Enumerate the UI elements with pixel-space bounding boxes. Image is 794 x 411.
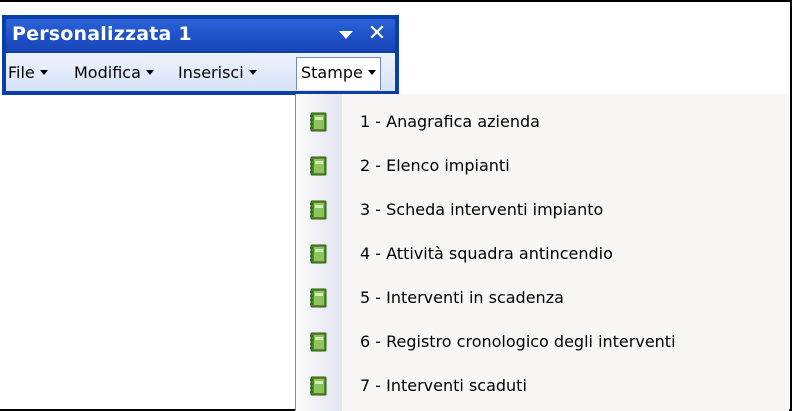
chevron-down-icon: [39, 70, 48, 75]
menu-item-report[interactable]: 4 - Attività squadra antincendio: [296, 232, 789, 276]
menu-item-report[interactable]: 1 - Anagrafica azienda: [296, 100, 789, 144]
menu-modifica[interactable]: Modifica: [74, 59, 154, 87]
toolbar-titlebar[interactable]: Personalizzata 1 ✕: [6, 19, 395, 51]
menu-label: Stampe: [301, 63, 363, 82]
menu-item-label: 5 - Interventi in scadenza: [360, 288, 564, 307]
menu-item-label: 2 - Elenco impianti: [360, 156, 510, 175]
report-book-icon: [310, 376, 327, 396]
menu-item-label: 7 - Interventi scaduti: [360, 376, 527, 395]
chevron-down-icon: [367, 70, 376, 75]
report-book-icon: [310, 200, 327, 220]
menu-item-report[interactable]: 3 - Scheda interventi impianto: [296, 188, 789, 232]
menu-label: Inserisci: [178, 63, 244, 82]
report-book-icon: [310, 244, 327, 264]
menu-bar: File Modifica Inserisci Stampe: [6, 53, 395, 91]
menu-stampe[interactable]: Stampe: [296, 57, 381, 90]
menu-item-label: 3 - Scheda interventi impianto: [360, 200, 604, 219]
report-book-icon: [310, 288, 327, 308]
stampe-dropdown-menu: 1 - Anagrafica azienda 2 - Elenco impiant…: [295, 94, 789, 411]
chevron-down-icon: [145, 70, 154, 75]
report-book-icon: [310, 112, 327, 132]
chevron-down-icon: [248, 70, 257, 75]
menu-item-label: 1 - Anagrafica azienda: [360, 112, 540, 131]
menu-item-report[interactable]: 5 - Interventi in scadenza: [296, 276, 789, 320]
report-book-icon: [310, 156, 327, 176]
menu-label: Modifica: [74, 63, 141, 82]
toolbar-options-icon[interactable]: [339, 31, 353, 39]
menu-item-label: 6 - Registro cronologico degli intervent…: [360, 332, 676, 351]
menu-item-report[interactable]: 2 - Elenco impianti: [296, 144, 789, 188]
menu-label: File: [8, 63, 35, 82]
menu-inserisci[interactable]: Inserisci: [178, 59, 257, 87]
close-icon[interactable]: ✕: [367, 23, 387, 45]
report-book-icon: [310, 332, 327, 352]
menu-item-label: 4 - Attività squadra antincendio: [360, 244, 613, 263]
menu-file[interactable]: File: [8, 59, 48, 87]
floating-toolbar: Personalizzata 1 ✕ File Modifica Inseris…: [2, 15, 399, 95]
toolbar-title: Personalizzata 1: [12, 23, 192, 45]
menu-item-report[interactable]: 7 - Interventi scaduti: [296, 364, 789, 408]
menu-item-report[interactable]: 6 - Registro cronologico degli intervent…: [296, 320, 789, 364]
